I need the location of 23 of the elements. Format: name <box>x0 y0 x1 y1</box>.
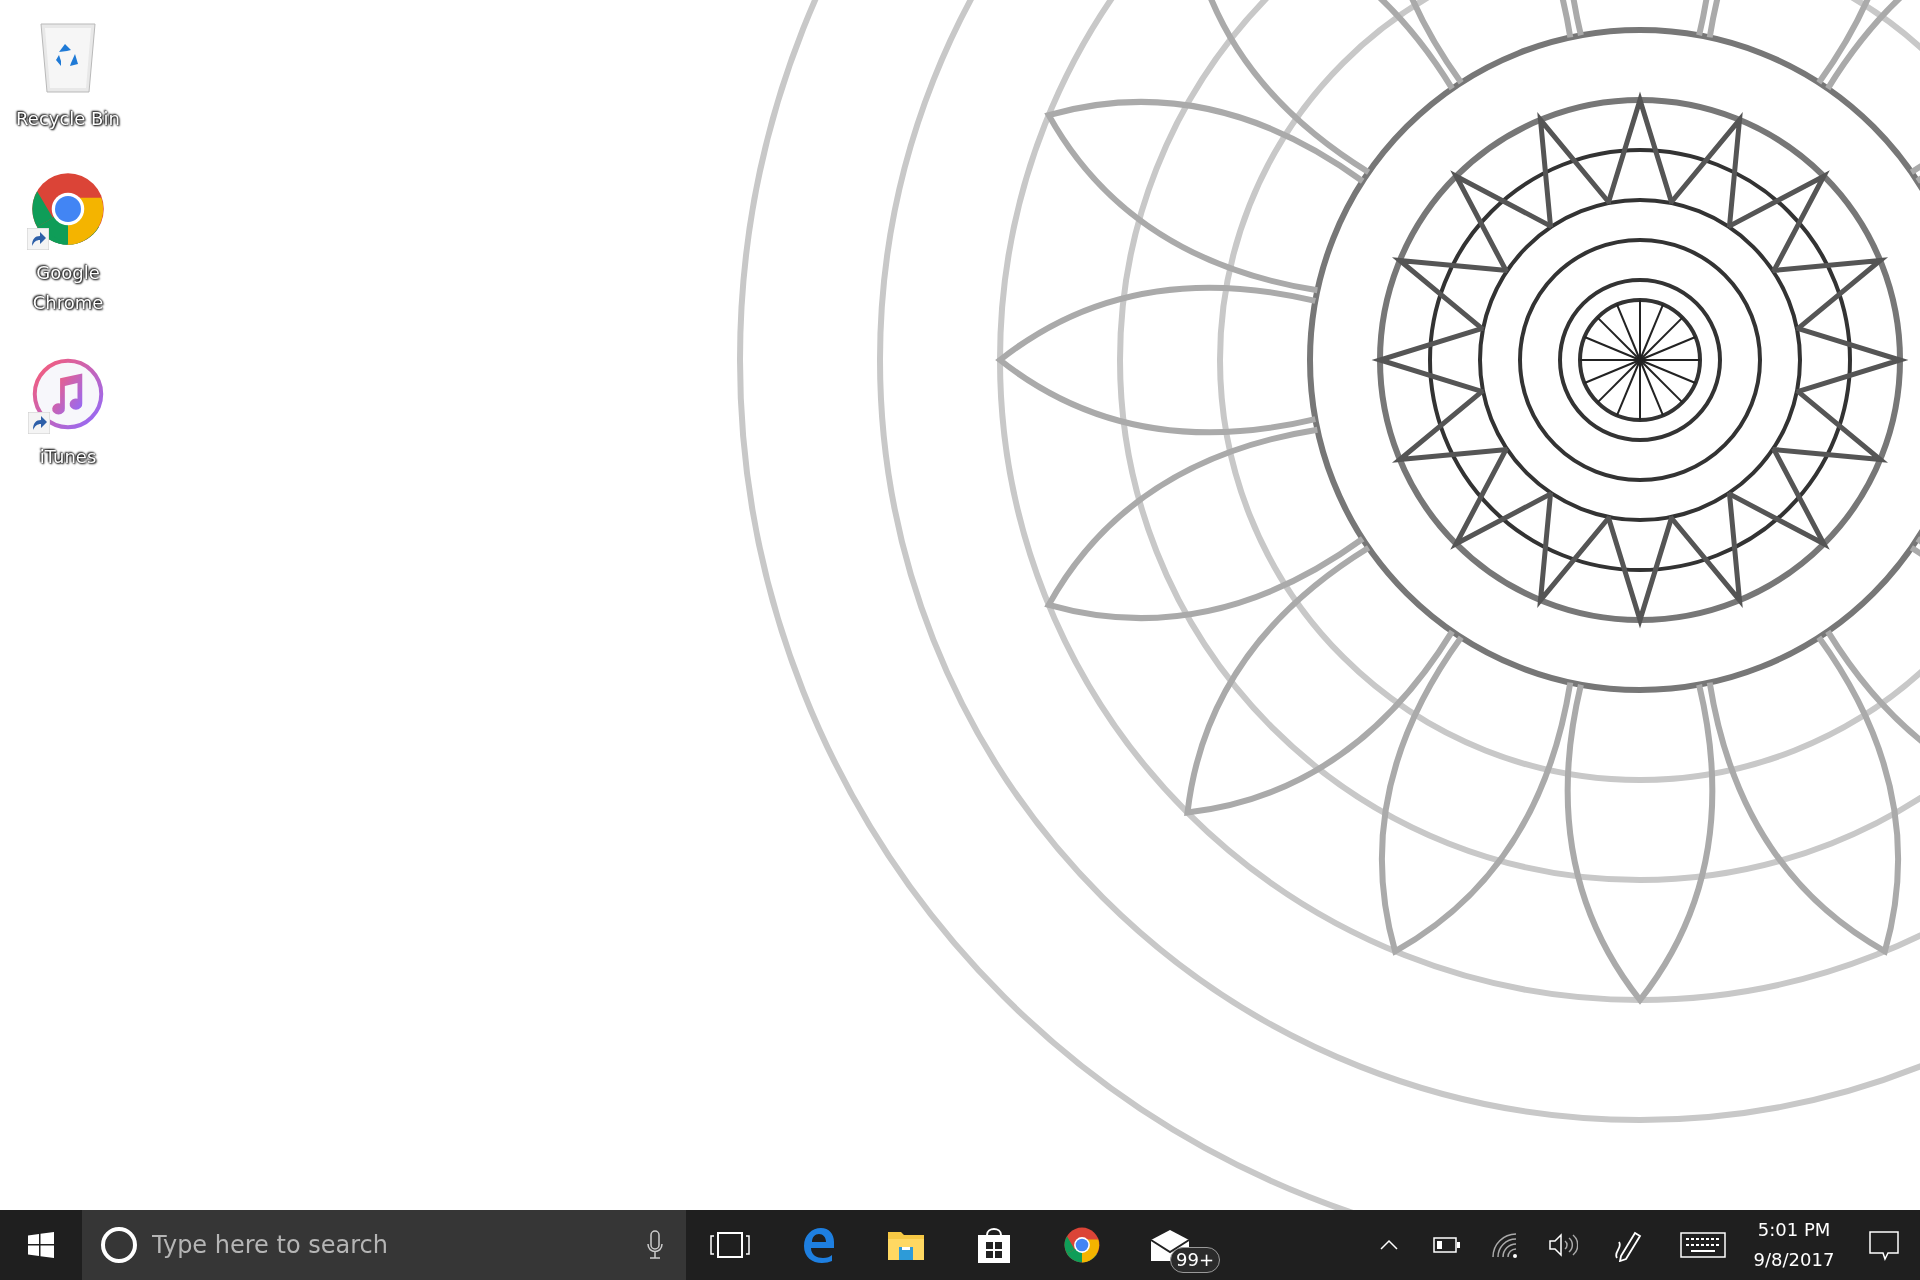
windows-logo-icon[interactable] <box>28 1232 54 1258</box>
cortana-circle-icon[interactable] <box>100 1226 138 1264</box>
search-field[interactable]: Type here to search <box>152 1231 632 1259</box>
keyboard-icon[interactable] <box>1680 1232 1726 1258</box>
microphone-icon[interactable] <box>646 1230 664 1260</box>
notification-speech-bubble-icon[interactable] <box>1868 1229 1900 1261</box>
shopping-bag-icon[interactable] <box>976 1226 1012 1264</box>
wifi-icon[interactable] <box>1491 1232 1519 1258</box>
chevron-up-icon[interactable] <box>1379 1239 1399 1251</box>
clock-date[interactable]: 9/8/2017 <box>1753 1245 1835 1275</box>
music-note-icon <box>30 356 106 432</box>
desktop-icon-label[interactable]: Recycle Bin <box>13 104 123 134</box>
speaker-icon[interactable] <box>1548 1232 1578 1258</box>
task-view-icon[interactable] <box>710 1231 750 1259</box>
notification-count-badge: 99+ <box>1170 1247 1220 1273</box>
chrome-logo-icon[interactable] <box>1063 1226 1101 1264</box>
search-box[interactable]: Type here to search <box>82 1210 686 1280</box>
desktop-icon-label[interactable]: Google Chrome <box>13 258 123 318</box>
folder-icon[interactable] <box>887 1229 925 1261</box>
desktop-icon-label[interactable]: iTunes <box>13 442 123 472</box>
battery-icon[interactable] <box>1433 1237 1461 1253</box>
chrome-logo-icon <box>29 170 107 248</box>
clock-time[interactable]: 5:01 PM <box>1757 1215 1831 1245</box>
